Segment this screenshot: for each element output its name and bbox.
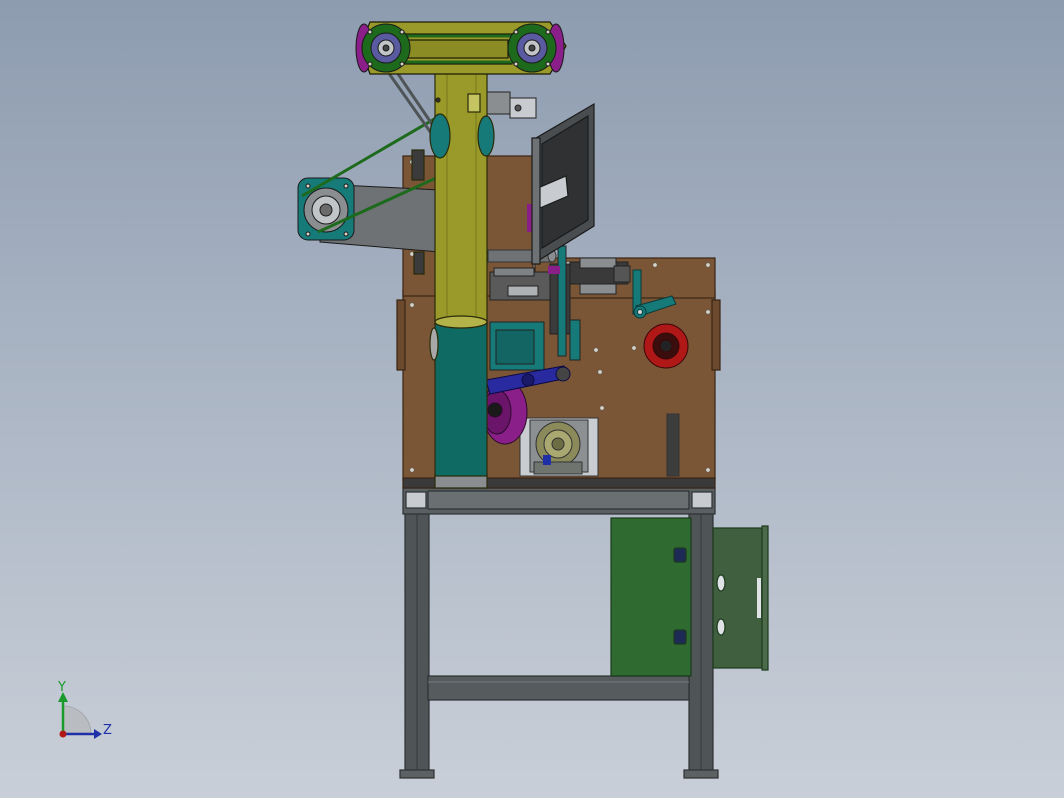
frame-foot-right	[683, 769, 719, 779]
coordinate-triad: Y Z	[57, 680, 112, 739]
cabinet-slot-top	[716, 574, 726, 592]
triad-origin	[59, 730, 67, 738]
bracket-post	[666, 413, 680, 477]
top-pulley-left[interactable]	[355, 23, 411, 73]
machine-model[interactable]: Y Z	[0, 0, 1064, 798]
cad-viewport[interactable]: Y Z	[0, 0, 1064, 798]
cabinet-hinge-top	[673, 547, 687, 563]
red-roller[interactable]	[643, 323, 689, 369]
cabinet-slot-bottom	[716, 618, 726, 636]
feed-hopper[interactable]	[531, 102, 595, 265]
frame-lower-rail	[427, 675, 690, 701]
cabinet-door	[610, 517, 692, 677]
idler-arm[interactable]	[297, 177, 441, 253]
frame-top-rail-inner	[427, 490, 690, 510]
column-lower	[434, 321, 488, 479]
triad-quarter-disc	[62, 705, 92, 735]
triad-y-label: Y	[57, 680, 66, 695]
electrical-cabinet[interactable]	[610, 517, 769, 677]
triad-z-label: Z	[103, 723, 112, 738]
frame-corner-left	[405, 491, 427, 509]
frame-foot-left	[399, 769, 435, 779]
top-pulley-right[interactable]	[507, 23, 565, 73]
cabinet-hinge-bottom	[673, 629, 687, 645]
frame-corner-right	[691, 491, 713, 509]
